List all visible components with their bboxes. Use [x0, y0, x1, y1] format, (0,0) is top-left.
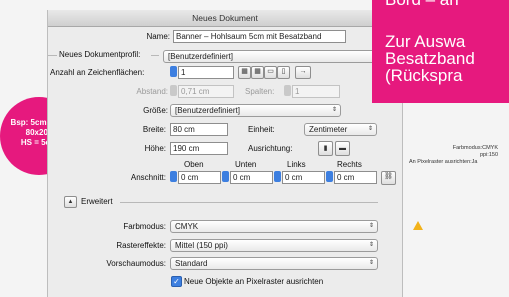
chevron-updown-icon: ⇕	[368, 242, 374, 248]
portrait-icon[interactable]: ▮	[318, 141, 333, 156]
stepper-arrows-icon[interactable]	[222, 171, 229, 182]
size-value: [Benutzerdefiniert]	[175, 106, 240, 115]
magenta-line-4: (Rückspra	[385, 66, 463, 85]
arrange-column-icon[interactable]: ▯	[277, 66, 290, 79]
preview-select[interactable]: Standard ⇕	[170, 257, 378, 270]
bleed-left-stepper[interactable]: 0 cm	[274, 171, 325, 184]
colormode-select[interactable]: CMYK ⇕	[170, 220, 378, 233]
arrow-right-icon[interactable]: →	[295, 66, 311, 79]
columns-label: Spalten:	[245, 87, 275, 96]
raster-label: Rastereffekte:	[116, 241, 166, 250]
magenta-line-2: Zur Auswa	[385, 32, 466, 51]
landscape-icon[interactable]: ▬	[335, 141, 350, 156]
separator	[151, 55, 159, 56]
stepper-arrows-icon[interactable]	[170, 66, 177, 77]
name-input[interactable]: Banner – Hohlsaum 5cm mit Besatzband	[173, 30, 346, 43]
spacing-label: Abstand:	[136, 87, 168, 96]
artboards-input[interactable]: 1	[178, 66, 234, 79]
link-icon[interactable]: ⛓	[381, 171, 396, 185]
bleed-header-left: Links	[287, 160, 306, 169]
name-label: Name:	[146, 32, 170, 41]
warning-icon	[413, 221, 423, 230]
stepper-arrows-icon[interactable]	[170, 171, 177, 182]
bleed-right-stepper[interactable]: 0 cm	[326, 171, 377, 184]
raster-value: Mittel (150 ppi)	[175, 241, 228, 250]
size-select[interactable]: [Benutzerdefiniert] ⇕	[170, 104, 341, 117]
height-label: Höhe:	[144, 144, 166, 153]
width-label: Breite:	[142, 125, 166, 134]
colormode-label: Farbmodus:	[123, 222, 166, 231]
checkbox-check-icon[interactable]: ✓	[171, 276, 182, 287]
side-info-colormode: Farbmodus:CMYK	[452, 145, 498, 151]
profile-value: [Benutzerdefiniert]	[168, 52, 233, 61]
stepper-arrows-icon[interactable]	[274, 171, 281, 182]
profile-select[interactable]: [Benutzerdefiniert]⇕	[163, 50, 393, 63]
artboards-label: Anzahl an Zeichenflächen:	[50, 68, 145, 77]
chevron-updown-icon: ⇕	[331, 107, 337, 113]
preview-value: Standard	[175, 259, 208, 268]
bleed-header-right: Rechts	[337, 160, 362, 169]
height-input[interactable]: 190 cm	[170, 142, 228, 155]
profile-label: Neues Dokumentprofil:	[59, 50, 141, 59]
unit-select[interactable]: Zentimeter ⇕	[304, 123, 377, 136]
stepper-arrows-icon[interactable]	[284, 85, 291, 96]
spacing-input[interactable]: 0,71 cm	[178, 85, 234, 98]
spacing-stepper[interactable]: 0,71 cm	[170, 85, 234, 98]
artboards-stepper[interactable]: 1	[170, 66, 234, 79]
bleed-right-input[interactable]: 0 cm	[334, 171, 377, 184]
bleed-bottom-stepper[interactable]: 0 cm	[222, 171, 273, 184]
bleed-label: Anschnitt:	[130, 173, 166, 182]
chevron-updown-icon: ⇕	[368, 223, 374, 229]
separator	[120, 202, 378, 203]
columns-stepper[interactable]: 1	[284, 85, 340, 98]
arrange-row-icon[interactable]: ▭	[264, 66, 277, 79]
magenta-info-box: Bord – an Zur Auswa Besatzband (Rückspra	[372, 0, 509, 103]
bleed-header-bottom: Unten	[235, 160, 257, 169]
width-input[interactable]: 80 cm	[170, 123, 228, 136]
size-label: Größe:	[143, 106, 168, 115]
magenta-line-1: Bord – an	[385, 0, 459, 8]
preview-label: Vorschaumodus:	[106, 259, 166, 268]
dialog-title: Neues Dokument	[48, 10, 402, 27]
side-info-ppi: ppi:150	[479, 152, 498, 158]
artboard-grid-icon[interactable]: ▦	[238, 66, 251, 79]
chevron-updown-icon: ⇕	[368, 260, 374, 266]
side-info-pixelgrid: An Pixelraster ausrichten:Ja	[409, 159, 478, 165]
stepper-arrows-icon[interactable]	[170, 85, 177, 96]
unit-value: Zentimeter	[309, 125, 348, 134]
arrange-icon[interactable]: ▦	[251, 66, 264, 79]
chevron-updown-icon: ⇕	[367, 126, 373, 132]
new-document-dialog: Neues Dokument Name: Banner – Hohlsaum 5…	[47, 10, 403, 297]
stepper-arrows-icon[interactable]	[326, 171, 333, 182]
bleed-top-input[interactable]: 0 cm	[178, 171, 221, 184]
separator	[48, 55, 57, 56]
columns-input[interactable]: 1	[292, 85, 340, 98]
bleed-header-top: Oben	[184, 160, 204, 169]
colormode-value: CMYK	[175, 222, 199, 231]
bleed-bottom-input[interactable]: 0 cm	[230, 171, 273, 184]
pixelgrid-label: Neue Objekte an Pixelraster ausrichten	[184, 277, 324, 286]
advanced-label: Erweitert	[81, 197, 113, 206]
orientation-label: Ausrichtung:	[248, 144, 293, 153]
disclosure-triangle-icon[interactable]: ▲	[64, 196, 77, 208]
magenta-line-3: Besatzband	[385, 49, 475, 68]
bleed-top-stepper[interactable]: 0 cm	[170, 171, 221, 184]
unit-label: Einheit:	[248, 125, 275, 134]
bleed-left-input[interactable]: 0 cm	[282, 171, 325, 184]
raster-select[interactable]: Mittel (150 ppi) ⇕	[170, 239, 378, 252]
